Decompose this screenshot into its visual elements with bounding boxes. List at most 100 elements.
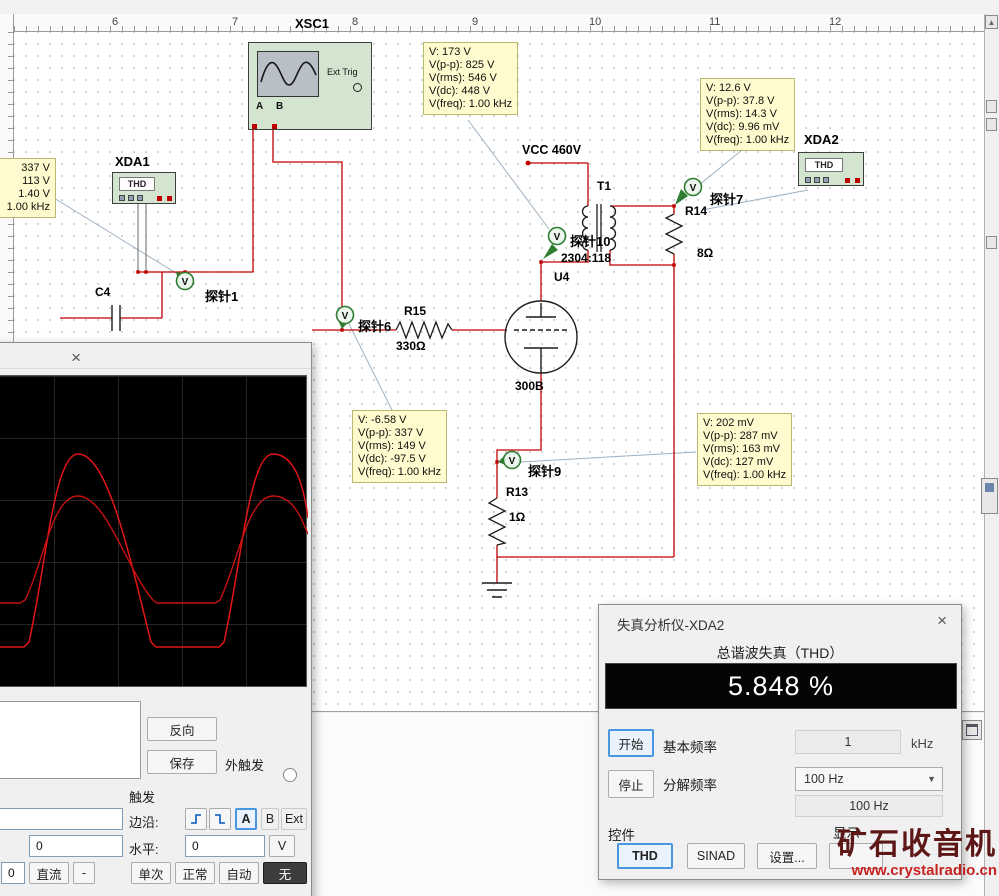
xda2-button: [814, 177, 820, 183]
scope-screen: [0, 375, 307, 687]
readout-line: V: 202 mV: [703, 417, 786, 430]
ruler-ticks: [14, 26, 984, 31]
trigger-channel-b-button[interactable]: B: [261, 808, 279, 830]
start-button[interactable]: 开始: [608, 729, 654, 757]
normal-button[interactable]: 正常: [175, 862, 215, 884]
spreadsheet-view-icon[interactable]: [962, 720, 982, 740]
sinad-mode-button[interactable]: SINAD: [687, 843, 745, 869]
display-group-label: 显示: [833, 822, 860, 842]
display-unit-button[interactable]: [829, 843, 883, 869]
resolution-label: 分解频率: [663, 774, 717, 794]
r14-ref: R14: [685, 204, 707, 218]
terminal-dot[interactable]: [845, 178, 850, 183]
readout-line: 113 V: [0, 175, 50, 188]
falling-edge-button[interactable]: [209, 808, 231, 830]
terminal-dot[interactable]: [855, 178, 860, 183]
terminal-dot[interactable]: [252, 124, 257, 129]
probe-6-label: 探针6: [358, 316, 391, 335]
readout-line: V(dc): 9.96 mV: [706, 121, 789, 134]
scope-titlebar[interactable]: [0, 343, 311, 369]
readout-line: V(rms): 163 mV: [703, 443, 786, 456]
fundamental-value-field[interactable]: 1: [795, 730, 901, 754]
distortion-analyzer-window[interactable]: 失真分析仪-XDA2 × 总谐波失真（THD） 5.848 % 开始 停止 基本…: [598, 604, 962, 880]
stop-button[interactable]: 停止: [608, 770, 654, 798]
probe-readout-box[interactable]: V: 12.6 V V(p-p): 37.8 V V(rms): 14.3 V …: [700, 78, 795, 151]
readout-line: V(dc): 448 V: [429, 85, 512, 98]
scroll-up-button[interactable]: ▲: [985, 15, 998, 29]
scale-input[interactable]: 10 V/Div: [0, 808, 123, 830]
minus-button[interactable]: -: [73, 862, 95, 884]
fundamental-label: 基本频率: [663, 736, 717, 756]
xda1-button: [137, 195, 143, 201]
thd-heading: 总谐波失真（THD）: [599, 643, 961, 663]
readout-line: V(dc): 127 mV: [703, 456, 786, 469]
vertical-scrollbar[interactable]: [984, 14, 999, 896]
vcc-label: VCC 460V: [522, 143, 581, 157]
dc-coupling-button[interactable]: 直流: [29, 862, 69, 884]
readout-line: V(freq): 1.00 kHz: [703, 469, 786, 482]
invert-button[interactable]: 反向: [147, 717, 217, 741]
oscilloscope-window[interactable]: × 反向 保存 外触发 触发 10 V/Div 边沿: A B Ext 0 水平…: [0, 342, 312, 896]
position-input[interactable]: 0: [29, 835, 123, 857]
tube-value: 300B: [515, 379, 544, 393]
xda2-button: [823, 177, 829, 183]
r13-ref: R13: [506, 485, 528, 499]
xda2-ref: XDA2: [804, 132, 839, 147]
extra-input[interactable]: 0: [1, 862, 25, 884]
panel-tab-icon[interactable]: [986, 100, 997, 113]
probe-readout-box[interactable]: V: 173 V V(p-p): 825 V V(rms): 546 V V(d…: [423, 42, 518, 115]
r15-value: 330Ω: [396, 339, 426, 353]
trigger-terminal[interactable]: [353, 83, 362, 92]
ext-trigger-radio[interactable]: [283, 768, 297, 782]
scope-traces: [0, 454, 308, 647]
t1-ratio: 2304:118: [561, 251, 611, 265]
panel-tab-icon[interactable]: [986, 118, 997, 131]
terminal-dot[interactable]: [167, 196, 172, 201]
channel-b-label: B: [276, 101, 283, 112]
level-unit-button[interactable]: V: [269, 835, 295, 857]
readout-line: V(rms): 546 V: [429, 72, 512, 85]
level-input[interactable]: 0: [185, 835, 265, 857]
readout-line: V(freq): 1.00 kHz: [706, 134, 789, 147]
probe-readout-box[interactable]: V: -6.58 V V(p-p): 337 V V(rms): 149 V V…: [352, 410, 447, 483]
r13-value: 1Ω: [509, 510, 525, 524]
panel-tab-icon[interactable]: [986, 236, 997, 249]
oscilloscope-xsc1-icon[interactable]: Ext Trig A B: [248, 42, 372, 130]
readout-line: V(freq): 1.00 kHz: [429, 98, 512, 111]
close-icon[interactable]: ×: [937, 612, 947, 629]
rising-edge-button[interactable]: [185, 808, 207, 830]
probe-readout-box[interactable]: 337 V 113 V 1.40 V 1.00 kHz: [0, 158, 56, 218]
probe-readout-box[interactable]: V: 202 mV V(p-p): 287 mV V(rms): 163 mV …: [697, 413, 792, 486]
r14-value: 8Ω: [697, 246, 713, 260]
horizontal-ruler: 6 7 8 9 10 11 12: [14, 14, 984, 32]
thd-mode-button[interactable]: THD: [617, 843, 673, 869]
probe-7-label: 探针7: [710, 189, 743, 208]
readout-line: V(p-p): 37.8 V: [706, 95, 789, 108]
resolution-dropdown[interactable]: 100 Hz ▼: [795, 767, 943, 791]
readout-line: 1.00 kHz: [0, 201, 50, 214]
trigger-ext-button[interactable]: Ext: [281, 808, 307, 830]
readout-line: V(dc): -97.5 V: [358, 453, 441, 466]
readout-line: V(freq): 1.00 kHz: [358, 466, 441, 479]
xda1-button: [128, 195, 134, 201]
trigger-channel-a-button[interactable]: A: [235, 808, 257, 830]
settings-button[interactable]: 设置...: [757, 843, 817, 869]
distortion-analyzer-xda1-icon[interactable]: THD: [112, 172, 176, 204]
close-icon[interactable]: ×: [71, 349, 81, 366]
single-button[interactable]: 单次: [131, 862, 171, 884]
resolution-readout: 100 Hz: [795, 795, 943, 817]
auto-button[interactable]: 自动: [219, 862, 259, 884]
save-button[interactable]: 保存: [147, 750, 217, 774]
none-button[interactable]: 无: [263, 862, 307, 884]
rising-edge-icon: [188, 811, 204, 827]
readout-line: V: -6.58 V: [358, 414, 441, 427]
xda1-ref: XDA1: [115, 154, 150, 169]
distortion-analyzer-xda2-icon[interactable]: THD: [798, 152, 864, 186]
tube-ref: U4: [554, 270, 569, 284]
terminal-dot[interactable]: [157, 196, 162, 201]
terminal-dot[interactable]: [272, 124, 277, 129]
collapsed-panel-tab[interactable]: [981, 478, 998, 514]
multisim-app: 6 7 8 9 10 11 12 ▲: [0, 0, 999, 896]
controls-group-label: 控件: [608, 824, 635, 844]
scope-readout-list[interactable]: [0, 701, 141, 779]
